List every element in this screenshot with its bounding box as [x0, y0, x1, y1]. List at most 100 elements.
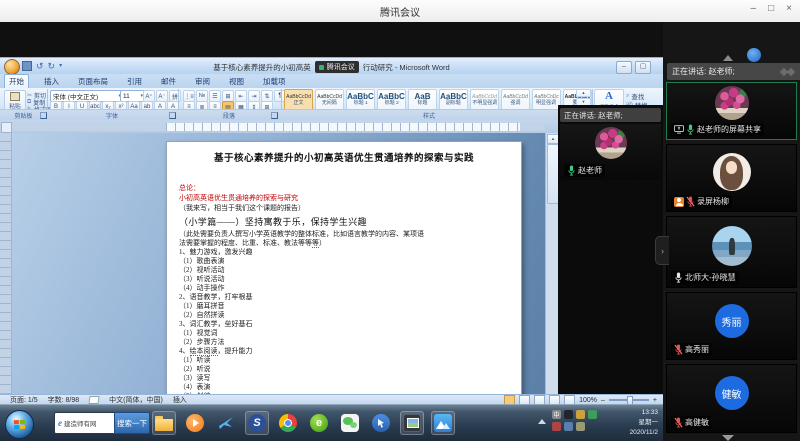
style-sample: AaBbC: [378, 94, 405, 100]
sidebar-collapse-handle[interactable]: ›: [655, 236, 669, 265]
styles-scroll-up[interactable]: ▲: [576, 89, 591, 97]
participant-tiles: 赵老师的屏幕共享录屏杨柳北师大-孙晓慧秀丽高秀丽健敏高健敏: [663, 22, 800, 441]
paste-button[interactable]: 粘贴: [4, 90, 26, 111]
taskbar-icons: Se: [152, 411, 455, 435]
meeting-icon[interactable]: [431, 411, 455, 435]
mic-muted-icon: [686, 196, 695, 207]
document-line: （小学篇——）坚持寓教于乐，保持学生兴趣: [179, 216, 517, 229]
tab-审阅[interactable]: 审阅: [191, 75, 214, 88]
word-window-controls: – ▢: [616, 61, 651, 74]
participant-tile[interactable]: 赵老师的屏幕共享: [666, 82, 797, 140]
start-button[interactable]: [5, 410, 34, 439]
horizontal-ruler: [12, 123, 545, 131]
recording-badge-icon: [674, 197, 684, 207]
tray-expand-icon[interactable]: [538, 419, 546, 424]
style-sample: AaBbC: [347, 94, 374, 100]
style-不明显强调[interactable]: AaBbCcDd不明显强调: [470, 89, 499, 111]
quick-access-toolbar: ↺ ↻ ▾: [22, 60, 62, 72]
ruler-corner-box[interactable]: [1, 122, 12, 133]
remote-control-icon[interactable]: [369, 411, 393, 435]
word-minimize-button[interactable]: –: [616, 61, 632, 74]
clipboard-dialog-launcher[interactable]: [40, 112, 47, 119]
avatar-flower: [715, 86, 749, 120]
undo-icon[interactable]: ↺: [36, 61, 44, 71]
zoom-slider[interactable]: [609, 399, 649, 401]
style-正文[interactable]: AaBbCcDd正文: [284, 89, 313, 111]
word-restore-button[interactable]: ▢: [635, 61, 651, 74]
participant-tile[interactable]: 录屏杨柳: [666, 144, 797, 212]
document-page[interactable]: 基于核心素养提升的小初高英语优生贯通培养的探索与实践 总论：小初高英语优生贯通培…: [166, 141, 522, 394]
styles-group-label: 样式: [284, 111, 574, 120]
taskbar-clock[interactable]: 13:33 星期一 2020/11/2: [598, 408, 662, 438]
tab-邮件[interactable]: 邮件: [157, 75, 180, 88]
maximize-button[interactable]: □: [768, 3, 774, 14]
participant-tile[interactable]: 健敏高健敏: [666, 364, 797, 433]
photo-viewer-icon[interactable]: [400, 411, 424, 435]
vertical-scrollbar[interactable]: ▲: [545, 133, 559, 394]
chrome-icon[interactable]: [276, 411, 300, 435]
participant-tile[interactable]: 秀丽高秀丽: [666, 292, 797, 360]
tab-加载项[interactable]: 加载项: [259, 75, 290, 88]
tray-icon-0[interactable]: [552, 422, 561, 431]
participants-sidebar: 正在讲话: 赵老师; 赵老师的屏幕共享录屏杨柳北师大-孙晓慧秀丽高秀丽健敏高健敏: [663, 22, 800, 441]
minimize-button[interactable]: –: [751, 3, 757, 14]
tab-引用[interactable]: 引用: [123, 75, 146, 88]
tray-icon-2[interactable]: [576, 422, 585, 431]
style-name: 标题: [418, 100, 428, 106]
document-line: （我来写，相当于我们这个课题的报告）: [179, 203, 517, 213]
style-sample: AaBbCcDd: [472, 94, 497, 100]
style-无间隔[interactable]: AaBbCcDd无间隔: [315, 89, 344, 111]
font-dialog-launcher[interactable]: [169, 112, 176, 119]
redo-icon[interactable]: ↻: [48, 61, 56, 71]
close-button[interactable]: ×: [786, 3, 792, 14]
avatar-girl: [713, 153, 751, 191]
taskbar-search-button[interactable]: 搜索一下: [114, 412, 150, 434]
thunder-icon[interactable]: [214, 411, 238, 435]
participant-name: 赵老师的屏幕共享: [697, 124, 761, 135]
document-heading: 基于核心素养提升的小初高英语优生贯通培养的探索与实践: [167, 150, 521, 164]
sogou-icon[interactable]: S: [245, 411, 269, 435]
folder-icon[interactable]: [152, 411, 176, 435]
avatar-beach: [712, 226, 752, 266]
tray-icon-1[interactable]: [564, 422, 573, 431]
participant-tile[interactable]: 北师大-孙晓慧: [666, 216, 797, 288]
tab-视图[interactable]: 视图: [225, 75, 248, 88]
meeting-floating-chip: 腾讯会议: [315, 61, 359, 73]
tray-icon-3[interactable]: [588, 410, 597, 419]
style-副标题[interactable]: AaBbC副标题: [439, 89, 468, 111]
tab-页面布局[interactable]: 页面布局: [74, 75, 112, 88]
media-player-icon[interactable]: [183, 411, 207, 435]
zoom-out-icon[interactable]: –: [601, 397, 605, 404]
style-标题 1[interactable]: AaBbC标题 1: [346, 89, 375, 111]
taskbar-search-input[interactable]: e 建造师有网: [54, 412, 122, 434]
browser-360-icon[interactable]: e: [307, 411, 331, 435]
document-line: （2）听说: [179, 365, 517, 374]
tab-插入[interactable]: 插入: [40, 75, 63, 88]
style-标题 2[interactable]: AaBbC标题 2: [377, 89, 406, 111]
paragraph-group-label: 段落: [180, 111, 278, 120]
zoom-in-icon[interactable]: +: [653, 397, 657, 404]
participant-label: 赵老师的屏幕共享: [671, 123, 764, 136]
tray-icons-row2: [552, 422, 585, 431]
tray-icon-0[interactable]: 中: [552, 410, 561, 419]
office-button[interactable]: [4, 59, 20, 75]
tab-开始[interactable]: 开始: [4, 74, 29, 88]
style-标题[interactable]: AaB标题: [408, 89, 437, 111]
word-document-title: 基于核心素养提升的小初高英 腾讯会议 行动研究 - Microsoft Word: [140, 61, 523, 73]
style-强调[interactable]: AaBbCcDd强调: [501, 89, 530, 111]
wechat-icon[interactable]: [338, 411, 362, 435]
paragraph-dialog-launcher[interactable]: [271, 112, 278, 119]
style-sample: AaBbCnDc: [534, 94, 559, 100]
clock-time: 13:33: [598, 408, 658, 418]
participant-name: 北师大-孙晓慧: [685, 272, 736, 283]
scroll-down-icon[interactable]: [722, 435, 734, 441]
document-line: 法需要掌握的程度、比重、标准、教法等等等）: [179, 239, 517, 248]
tray-icon-2[interactable]: [576, 410, 585, 419]
qat-dropdown-icon[interactable]: ▾: [59, 61, 62, 71]
zoom-level[interactable]: 100%: [579, 397, 597, 404]
spellcheck-icon[interactable]: [89, 396, 100, 404]
style-明显强调[interactable]: AaBbCnDc明显强调: [532, 89, 561, 111]
tray-icon-1[interactable]: [564, 410, 573, 419]
participant-name: 高健敏: [685, 417, 709, 428]
save-icon[interactable]: [22, 61, 32, 71]
